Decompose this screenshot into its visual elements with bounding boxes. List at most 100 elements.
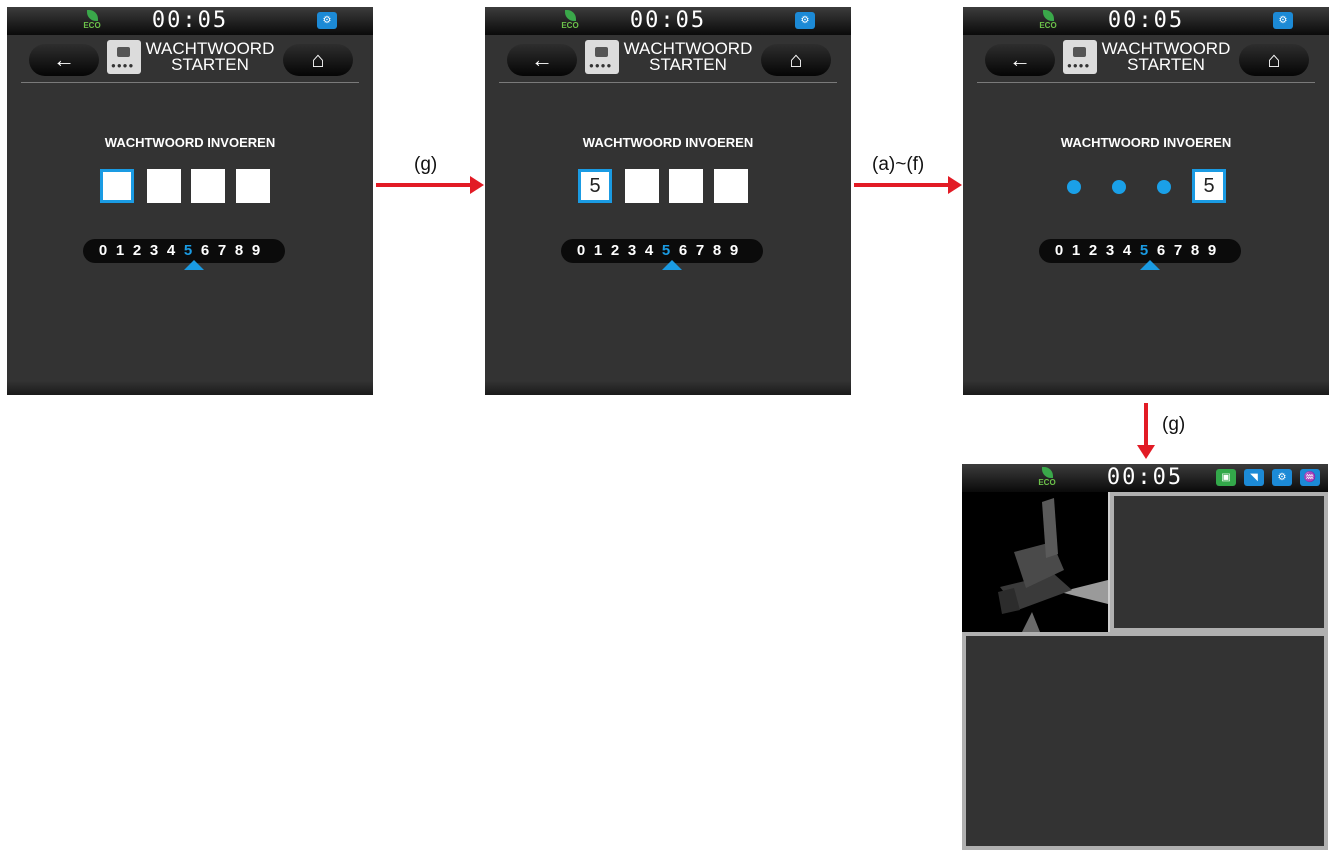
back-button[interactable]: ← <box>985 44 1055 76</box>
enter-password-label: WACHTWOORD INVOEREN <box>1060 135 1232 150</box>
digit-1[interactable]: 1 <box>1069 239 1083 263</box>
engine-icon: ⚙ <box>1273 12 1293 29</box>
password-digit-1[interactable] <box>100 169 134 203</box>
eco-leaf-icon <box>1041 467 1053 478</box>
digit-2[interactable]: 2 <box>608 239 622 263</box>
enter-password-label: WACHTWOORD INVOEREN <box>104 135 276 150</box>
machine-view <box>962 492 1108 632</box>
status-bar: ECO 00:05 ⚙ <box>485 7 851 35</box>
eco-leaf-icon <box>1042 10 1054 21</box>
password-digit-3[interactable] <box>191 169 225 203</box>
arrow-1-line <box>376 183 472 187</box>
digit-0[interactable]: 0 <box>1052 239 1066 263</box>
selector-pointer-icon <box>1140 260 1160 270</box>
digit-9[interactable]: 9 <box>727 239 741 263</box>
enter-password-label: WACHTWOORD INVOEREN <box>582 135 754 150</box>
digit-7[interactable]: 7 <box>215 239 229 263</box>
page-title: WACHTWOORD STARTEN <box>623 39 753 74</box>
selector-pointer-icon <box>184 260 204 270</box>
password-mask-dot-3 <box>1157 180 1171 194</box>
info-panel-bottom <box>962 632 1328 850</box>
clock: 00:05 <box>151 8 229 33</box>
excavator-image <box>998 498 1108 632</box>
digit-7[interactable]: 7 <box>693 239 707 263</box>
digit-4[interactable]: 4 <box>1120 239 1134 263</box>
password-digit-4[interactable] <box>236 169 270 203</box>
lock-icon: ●●●● <box>585 40 619 74</box>
arrow-3-label: (g) <box>1162 414 1186 435</box>
eco-label: ECO <box>1039 21 1057 30</box>
clock: 00:05 <box>629 8 707 33</box>
clock: 00:05 <box>1106 465 1184 490</box>
home-button[interactable]: ⌂ <box>283 44 353 76</box>
divider <box>977 82 1315 83</box>
home-button[interactable]: ⌂ <box>761 44 831 76</box>
arrow-2-head-icon <box>948 176 962 194</box>
digit-8[interactable]: 8 <box>710 239 724 263</box>
digit-4[interactable]: 4 <box>642 239 656 263</box>
password-mask-dot-2 <box>1112 180 1126 194</box>
back-button[interactable]: ← <box>29 44 99 76</box>
digit-8[interactable]: 8 <box>232 239 246 263</box>
back-button[interactable]: ← <box>507 44 577 76</box>
eco-label: ECO <box>1038 478 1056 487</box>
digit-2[interactable]: 2 <box>1086 239 1100 263</box>
digit-1[interactable]: 1 <box>591 239 605 263</box>
status-bar: ECO 00:05 ⚙ <box>963 7 1329 35</box>
engine-icon: ⚙ <box>317 12 337 29</box>
page-title: WACHTWOORD STARTEN <box>145 39 275 74</box>
arrow-1-head-icon <box>470 176 484 194</box>
eco-leaf-icon <box>86 10 98 21</box>
washer-icon: ♒ <box>1300 469 1320 486</box>
digit-3[interactable]: 3 <box>1103 239 1117 263</box>
digit-4[interactable]: 4 <box>164 239 178 263</box>
eco-indicator: ECO <box>559 10 581 30</box>
eco-indicator: ECO <box>81 10 103 30</box>
eco-label: ECO <box>83 21 101 30</box>
arrow-2-label: (a)~(f) <box>872 154 925 175</box>
digit-8[interactable]: 8 <box>1188 239 1202 263</box>
engine-icon: ⚙ <box>1272 469 1292 486</box>
digit-9[interactable]: 9 <box>1205 239 1219 263</box>
fuel-icon: ▣ <box>1216 469 1236 486</box>
page-title: WACHTWOORD STARTEN <box>1101 39 1231 74</box>
home-button[interactable]: ⌂ <box>1239 44 1309 76</box>
arrow-1-label: (g) <box>414 154 438 175</box>
lock-icon: ●●●● <box>107 40 141 74</box>
engine-icon: ⚙ <box>795 12 815 29</box>
arrow-2-line <box>854 183 950 187</box>
arrow-3-head-icon <box>1137 445 1155 459</box>
clock: 00:05 <box>1107 8 1185 33</box>
eco-leaf-icon <box>564 10 576 21</box>
password-screen-3: ECO 00:05 ⚙ ← ●●●● WACHTWOORD STARTEN ⌂ … <box>963 7 1329 395</box>
password-mask-dot-1 <box>1067 180 1081 194</box>
digit-0[interactable]: 0 <box>96 239 110 263</box>
password-digit-3[interactable] <box>669 169 703 203</box>
password-screen-1: ECO 00:05 ⚙ ← ●●●● WACHTWOORD STARTEN ⌂ … <box>7 7 373 395</box>
status-bar: ECO 00:05 ⚙ <box>7 7 373 35</box>
digit-0[interactable]: 0 <box>574 239 588 263</box>
status-bar: ECO 00:05 ▣ ◥ ⚙ ♒ <box>962 464 1328 492</box>
password-digit-2[interactable] <box>147 169 181 203</box>
password-digit-2[interactable] <box>625 169 659 203</box>
eco-indicator: ECO <box>1036 467 1058 487</box>
eco-label: ECO <box>561 21 579 30</box>
digit-3[interactable]: 3 <box>147 239 161 263</box>
digit-2[interactable]: 2 <box>130 239 144 263</box>
digit-1[interactable]: 1 <box>113 239 127 263</box>
arrow-3-line <box>1144 403 1148 447</box>
eco-indicator: ECO <box>1037 10 1059 30</box>
divider <box>499 82 837 83</box>
password-digit-1[interactable]: 5 <box>578 169 612 203</box>
lock-icon: ●●●● <box>1063 40 1097 74</box>
password-digit-4[interactable] <box>714 169 748 203</box>
digit-3[interactable]: 3 <box>625 239 639 263</box>
password-digit-4[interactable]: 5 <box>1192 169 1226 203</box>
password-screen-2: ECO 00:05 ⚙ ← ●●●● WACHTWOORD STARTEN ⌂ … <box>485 7 851 395</box>
divider <box>21 82 359 83</box>
selector-pointer-icon <box>662 260 682 270</box>
wiper-icon: ◥ <box>1244 469 1264 486</box>
digit-7[interactable]: 7 <box>1171 239 1185 263</box>
digit-9[interactable]: 9 <box>249 239 263 263</box>
info-panel-top-right <box>1110 492 1328 632</box>
